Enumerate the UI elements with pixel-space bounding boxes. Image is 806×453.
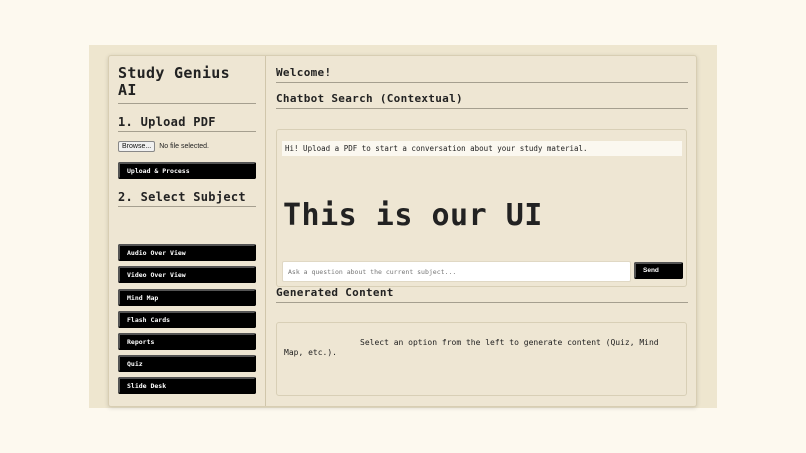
send-button[interactable]: Send [634, 262, 683, 279]
subject-heading: 2. Select Subject [118, 190, 246, 204]
title-divider [118, 103, 256, 104]
generated-heading: Generated Content [276, 286, 394, 299]
chat-input[interactable] [282, 261, 631, 282]
browse-button[interactable]: Browse... [118, 141, 156, 152]
chat-divider [276, 108, 688, 109]
reports-button[interactable]: Reports [118, 333, 256, 350]
flash-cards-button[interactable]: Flash Cards [118, 311, 256, 328]
app-background: Study Genius AI 1. Upload PDF Browse... … [89, 45, 717, 408]
app-title: Study Genius AI [118, 64, 230, 99]
bot-message: Hi! Upload a PDF to start a conversation… [282, 141, 682, 156]
quiz-button[interactable]: Quiz [118, 355, 256, 372]
upload-divider [118, 131, 256, 132]
audio-overview-button[interactable]: Audio Over View [118, 244, 256, 261]
video-overview-button[interactable]: Video Over View [118, 266, 256, 283]
mind-map-button[interactable]: Mind Map [118, 289, 256, 306]
welcome-heading: Welcome! [276, 66, 332, 79]
chat-window: Hi! Upload a PDF to start a conversation… [276, 129, 687, 287]
subject-divider [118, 206, 256, 207]
welcome-divider [276, 82, 688, 83]
sidebar: Study Genius AI 1. Upload PDF Browse... … [109, 56, 266, 406]
app-card: Study Genius AI 1. Upload PDF Browse... … [108, 55, 697, 407]
hero-text: This is our UI [283, 198, 543, 233]
file-picker: Browse... No file selected. [118, 141, 209, 152]
generated-content-panel: Select an option from the left to genera… [276, 322, 687, 396]
chat-heading: Chatbot Search (Contextual) [276, 92, 463, 105]
upload-heading: 1. Upload PDF [118, 115, 216, 129]
main-panel: Welcome! Chatbot Search (Contextual) Hi!… [266, 56, 696, 406]
upload-process-button[interactable]: Upload & Process [118, 162, 256, 179]
file-status: No file selected. [159, 143, 209, 150]
generated-placeholder: Select an option from the left to genera… [284, 338, 659, 357]
slide-desk-button[interactable]: Slide Desk [118, 377, 256, 394]
generated-divider [276, 302, 688, 303]
